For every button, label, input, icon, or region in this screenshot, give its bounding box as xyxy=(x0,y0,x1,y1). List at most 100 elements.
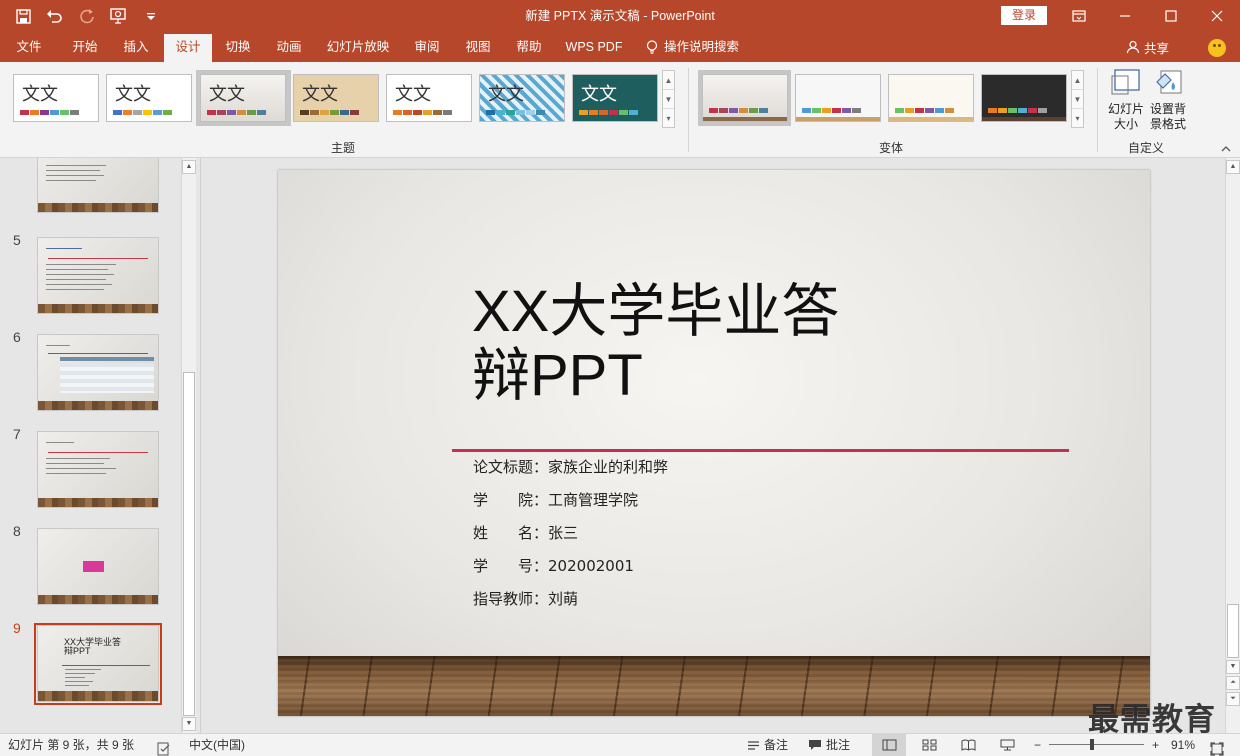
login-button[interactable]: 登录 xyxy=(1001,6,1047,25)
quick-access-toolbar xyxy=(10,0,164,32)
tab-insert[interactable]: 插入 xyxy=(113,32,159,62)
fit-to-window-icon[interactable] xyxy=(1210,738,1224,756)
slide-size-icon xyxy=(1111,69,1140,95)
customize-qat-icon[interactable] xyxy=(138,3,164,29)
collapse-ribbon-icon[interactable] xyxy=(1220,144,1232,152)
slide-thumbnail-5[interactable] xyxy=(37,237,159,314)
variant-3[interactable] xyxy=(888,74,974,122)
tab-help[interactable]: 帮助 xyxy=(506,32,552,62)
info-advisor[interactable]: 指导教师：刘萌 xyxy=(473,588,578,609)
format-background-button[interactable]: 设置背 景格式 xyxy=(1148,68,1188,132)
comments-label: 批注 xyxy=(826,738,851,752)
slide-number: 5 xyxy=(13,232,21,248)
variant-1[interactable] xyxy=(702,74,788,122)
info-value: 工商管理学院 xyxy=(548,491,639,509)
accessibility-icon[interactable] xyxy=(157,738,171,756)
scroll-down-icon[interactable]: ▼ xyxy=(182,717,196,731)
scroll-down-icon[interactable]: ▼ xyxy=(1072,90,1083,109)
slide-title[interactable]: XX大学毕业答 辩PPT xyxy=(472,280,892,408)
slide-thumbnail-9[interactable]: XX大学毕业答 辩PPT xyxy=(37,625,159,702)
normal-view-button[interactable] xyxy=(872,734,906,756)
scroll-up-icon[interactable]: ▲ xyxy=(1072,71,1083,90)
theme-sample-text: 文文 xyxy=(488,84,524,105)
scroll-up-icon[interactable]: ▲ xyxy=(663,71,674,90)
slide-sorter-button[interactable] xyxy=(916,734,942,756)
tell-me-search[interactable]: 操作说明搜索 xyxy=(646,32,756,62)
scroll-up-icon[interactable]: ▲ xyxy=(1226,160,1240,174)
variant-4[interactable] xyxy=(981,74,1067,122)
close-icon[interactable] xyxy=(1194,0,1240,32)
tab-design[interactable]: 设计 xyxy=(164,34,212,62)
slideshow-start-icon[interactable] xyxy=(106,3,132,29)
variants-gallery-scroll[interactable]: ▲ ▼ ▾ xyxy=(1071,70,1084,128)
slideshow-view-button[interactable] xyxy=(994,734,1020,756)
gallery-more-icon[interactable]: ▾ xyxy=(663,109,674,128)
reading-view-button[interactable] xyxy=(955,734,981,756)
minimize-icon[interactable] xyxy=(1102,0,1148,32)
info-label: 姓 名： xyxy=(473,524,549,542)
slide-thumbnail-8[interactable] xyxy=(37,528,159,605)
theme-orange-line[interactable]: 文文 xyxy=(386,74,472,122)
theme-office[interactable]: 文文 xyxy=(13,74,99,122)
maximize-icon[interactable] xyxy=(1148,0,1194,32)
tab-animations[interactable]: 动画 xyxy=(266,32,312,62)
gallery-more-icon[interactable]: ▾ xyxy=(1072,109,1083,128)
tab-wps-pdf[interactable]: WPS PDF xyxy=(560,32,628,62)
ribbon-display-options-icon[interactable] xyxy=(1056,0,1102,32)
theme-blue-pattern[interactable]: 文文 xyxy=(479,74,565,122)
scroll-handle[interactable] xyxy=(1227,604,1239,658)
comment-icon xyxy=(809,740,821,750)
info-college[interactable]: 学 院：工商管理学院 xyxy=(473,489,638,510)
scroll-down-icon[interactable]: ▼ xyxy=(1226,660,1240,674)
slide-thumbnail-6[interactable] xyxy=(37,334,159,411)
feedback-smiley-icon[interactable] xyxy=(1208,39,1226,57)
slideshow-view-icon xyxy=(1000,739,1014,751)
notes-label: 备注 xyxy=(764,738,789,752)
info-thesis-title[interactable]: 论文标题：家族企业的利和弊 xyxy=(473,456,668,477)
theme-white[interactable]: 文文 xyxy=(106,74,192,122)
themes-gallery-scroll[interactable]: ▲ ▼ ▾ xyxy=(662,70,675,128)
themes-group-label: 主题 xyxy=(331,141,356,155)
thumb-title: XX大学毕业答 辩PPT xyxy=(64,637,122,656)
variant-2[interactable] xyxy=(795,74,881,122)
undo-icon[interactable] xyxy=(42,3,68,29)
zoom-slider-track[interactable] xyxy=(1049,744,1144,745)
tab-home[interactable]: 开始 xyxy=(62,32,108,62)
info-name[interactable]: 姓 名：张三 xyxy=(473,522,578,543)
slide-number: 6 xyxy=(13,329,21,345)
tell-me-label: 操作说明搜索 xyxy=(664,40,740,54)
main-scrollbar[interactable]: ▲ ▼ ⏶ ⏷ xyxy=(1225,158,1240,733)
slide-size-button[interactable]: 幻灯片 大小 xyxy=(1104,68,1148,132)
language-indicator[interactable]: 中文(中国) xyxy=(189,734,245,756)
zoom-out-button[interactable]: − xyxy=(1034,734,1041,756)
scroll-up-icon[interactable]: ▲ xyxy=(182,160,196,174)
theme-wood-type[interactable]: 文文 xyxy=(200,74,286,122)
theme-calligraphy[interactable]: 文文 xyxy=(293,74,379,122)
comments-button[interactable]: 批注 xyxy=(808,734,850,756)
tab-transitions[interactable]: 切换 xyxy=(215,32,261,62)
current-slide[interactable]: XX大学毕业答 辩PPT 论文标题：家族企业的利和弊 学 院：工商管理学院 姓 … xyxy=(278,170,1150,716)
slide-thumbnail-7[interactable] xyxy=(37,431,159,508)
notes-icon xyxy=(748,740,759,750)
group-separator xyxy=(1097,68,1098,152)
notes-button[interactable]: 备注 xyxy=(747,734,788,756)
tab-view[interactable]: 视图 xyxy=(455,32,501,62)
scroll-handle[interactable] xyxy=(183,372,195,716)
redo-icon[interactable] xyxy=(74,3,100,29)
save-icon[interactable] xyxy=(10,3,36,29)
zoom-slider-handle[interactable] xyxy=(1090,739,1094,750)
next-slide-icon[interactable]: ⏷ xyxy=(1226,692,1240,706)
thumbnails-scrollbar[interactable]: ▲ ▼ xyxy=(181,158,196,733)
slide-size-label: 幻灯片 大小 xyxy=(1107,102,1144,131)
previous-slide-icon[interactable]: ⏶ xyxy=(1226,676,1240,690)
info-student-id[interactable]: 学 号：202002001 xyxy=(473,555,634,576)
tab-slideshow[interactable]: 幻灯片放映 xyxy=(322,32,394,62)
theme-dark-teal[interactable]: 文文 xyxy=(572,74,658,122)
theme-sample-text: 文文 xyxy=(209,84,245,105)
tab-file[interactable]: 文件 xyxy=(6,32,52,62)
scroll-down-icon[interactable]: ▼ xyxy=(663,90,674,109)
tab-review[interactable]: 审阅 xyxy=(404,32,450,62)
share-button[interactable]: 共享 xyxy=(1126,32,1169,62)
slide-thumbnail-4[interactable] xyxy=(37,158,159,213)
document-title: 新建 PPTX 演示文稿 - PowerPoint xyxy=(525,9,715,23)
